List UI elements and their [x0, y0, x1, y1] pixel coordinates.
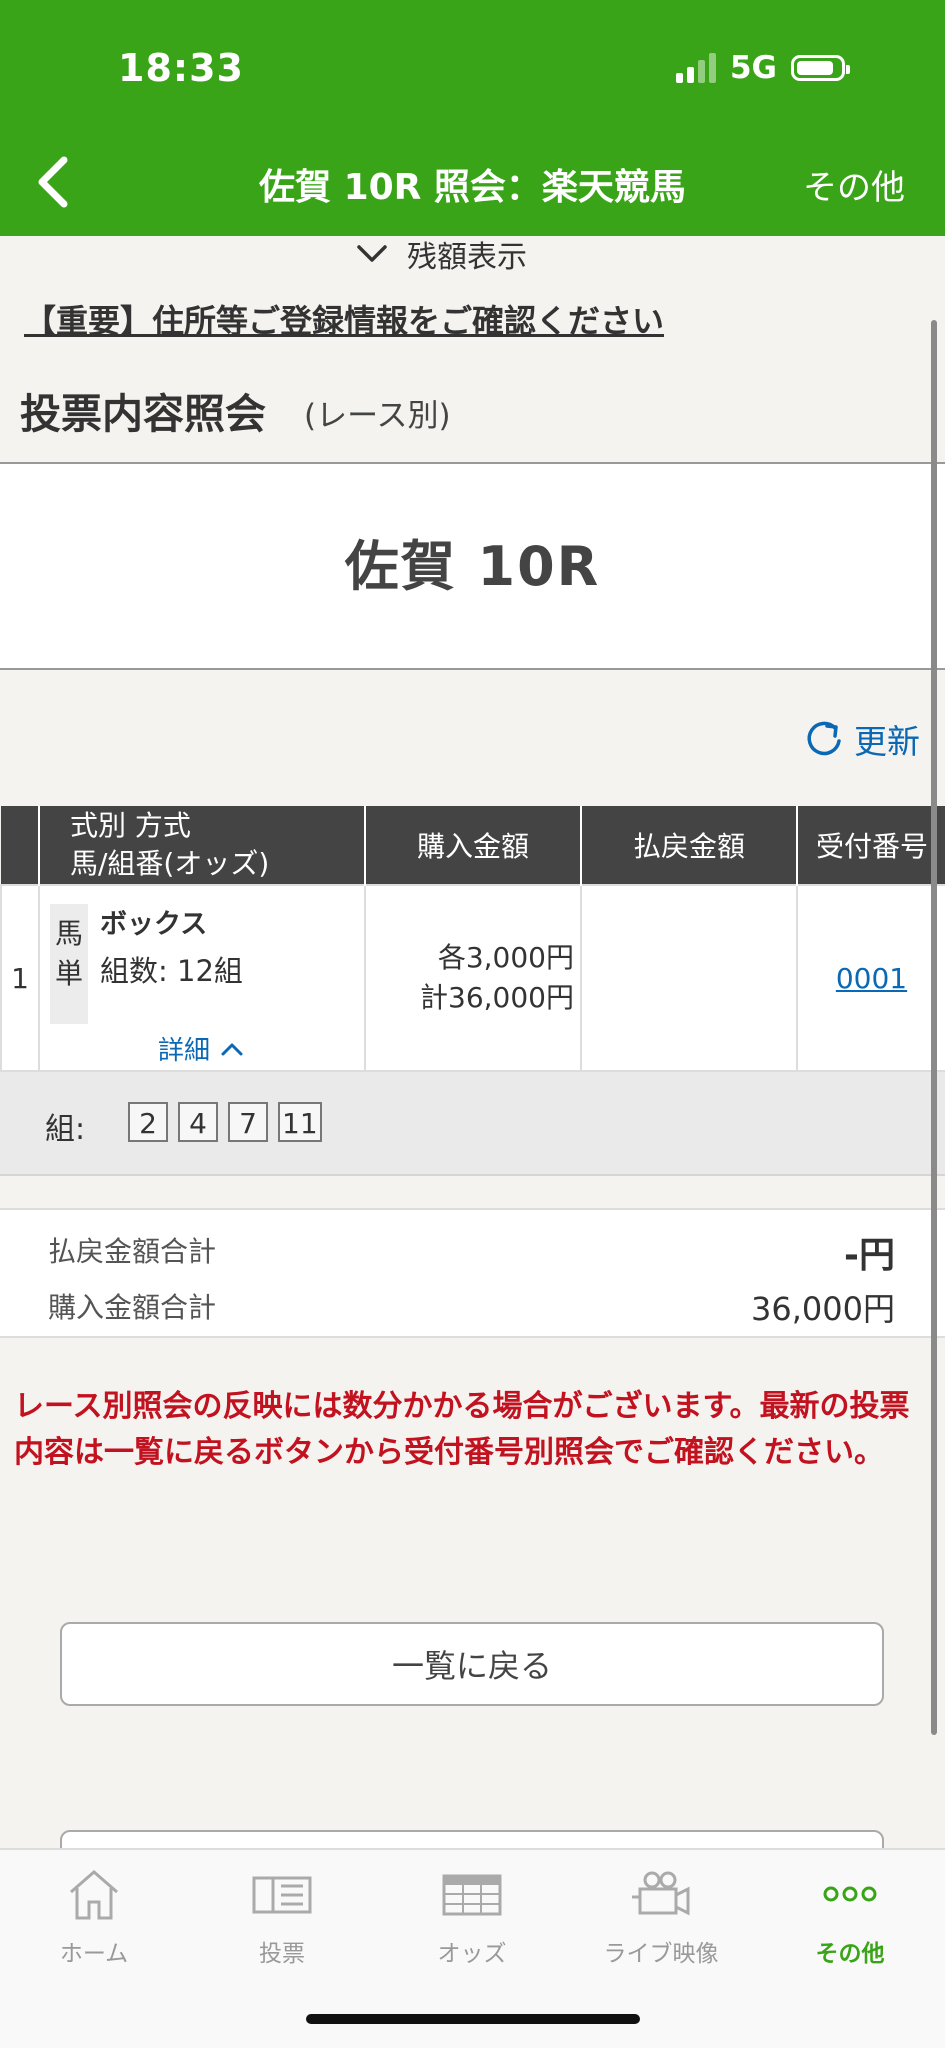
payout-total-label: 払戻金額合計 [48, 1235, 217, 1268]
race-name: 佐賀 10R [344, 535, 601, 598]
home-indicator[interactable] [306, 2014, 640, 2024]
important-notice-link[interactable]: 【重要】住所等ご登録情報をご確認ください [24, 296, 664, 342]
chevron-down-icon [357, 245, 387, 262]
tab-more[interactable]: その他 [770, 1864, 930, 1984]
section-title: 投票内容照会 [20, 390, 266, 438]
network-label: 5G [729, 50, 777, 86]
table-row: 1 馬 単 ボックス 組数: 12組 詳細 各3,000円 計36,000円 0… [0, 884, 945, 1072]
battery-icon [791, 55, 850, 81]
chevron-up-icon [221, 1043, 243, 1055]
tab-more-label: その他 [815, 1941, 885, 1967]
status-indicators: 5G [675, 50, 850, 86]
nav-more-button[interactable]: その他 [803, 160, 905, 209]
payout-cell [580, 884, 798, 1072]
bet-type-cell: 馬 単 ボックス 組数: 12組 詳細 [38, 884, 366, 1072]
refresh-icon [807, 721, 841, 756]
back-to-list-button[interactable]: 一覧に戻る [60, 1622, 884, 1706]
bet-kind-line1: 馬 [54, 917, 83, 950]
bet-kind-line2: 単 [54, 957, 83, 990]
tab-vote[interactable]: 投票 [202, 1864, 362, 1984]
amount-total: 計36,000円 [420, 981, 574, 1014]
detail-toggle[interactable]: 詳細 [158, 1030, 244, 1067]
header-type: 式別 方式 馬/組番(オッズ) [39, 806, 366, 885]
tab-live-video-label: ライブ映像 [603, 1941, 719, 1967]
payout-total-value: -円 [844, 1235, 895, 1276]
combination-numbers: 2 4 7 11 [128, 1102, 322, 1142]
ticket-icon [252, 1876, 312, 1914]
tab-live-video[interactable]: ライブ映像 [581, 1864, 741, 1984]
balance-toggle-label: 残額表示 [407, 240, 527, 275]
header-receipt: 受付番号 [797, 806, 945, 885]
bet-table: 式別 方式 馬/組番(オッズ) 購入金額 払戻金額 受付番号 1 馬 単 ボック… [0, 806, 945, 1072]
refresh-label: 更新 [854, 722, 920, 761]
header-index [1, 806, 40, 885]
tab-home[interactable]: ホーム [14, 1864, 174, 1984]
home-icon [70, 1870, 118, 1920]
horse-number: 4 [178, 1102, 218, 1142]
tab-vote-label: 投票 [259, 1941, 305, 1967]
signal-icon [675, 53, 716, 83]
balance-toggle[interactable]: 残額表示 [355, 232, 527, 276]
reflection-warning: レース別照会の反映には数分かかる場合がございます。最新の投票内容は一覧に戻るボタ… [14, 1389, 910, 1470]
race-header: 佐賀 10R [0, 462, 945, 670]
tab-odds-label: オッズ [437, 1941, 507, 1967]
refresh-button[interactable]: 更新 [804, 715, 920, 763]
row-index: 1 [0, 884, 40, 1072]
purchase-total-value: 36,000円 [751, 1290, 895, 1328]
table-header-row: 式別 方式 馬/組番(オッズ) 購入金額 払戻金額 受付番号 [1, 806, 945, 885]
horse-number: 2 [128, 1102, 168, 1142]
combination-label: 組: [45, 1112, 86, 1147]
section-subtitle: (レース別) [304, 398, 451, 434]
tab-home-label: ホーム [59, 1941, 129, 1967]
detail-label: 詳細 [158, 1036, 211, 1066]
bet-count: 組数: 12組 [100, 954, 243, 988]
video-camera-icon [632, 1871, 690, 1916]
header-purchase: 購入金額 [365, 806, 582, 885]
receipt-number-link[interactable]: 0001 [796, 884, 945, 1072]
purchase-total-label: 購入金額合計 [48, 1291, 217, 1324]
scrollbar[interactable] [931, 320, 937, 1735]
horse-number: 11 [278, 1102, 322, 1142]
status-time: 18:33 [118, 46, 244, 90]
header-type-line2: 馬/組番(オッズ) [70, 847, 270, 880]
combination-row: 組: 2 4 7 11 [0, 1072, 945, 1176]
header-type-line1: 式別 方式 [70, 809, 191, 842]
totals-box: 払戻金額合計 -円 購入金額合計 36,000円 [0, 1208, 945, 1338]
tab-odds[interactable]: オッズ [392, 1864, 552, 1984]
header-payout: 払戻金額 [581, 806, 798, 885]
odds-table-icon [442, 1874, 502, 1916]
bet-method: ボックス [100, 909, 208, 940]
horse-number: 7 [228, 1102, 268, 1142]
bet-kind-badge: 馬 単 [50, 904, 88, 1024]
purchase-amount-cell: 各3,000円 計36,000円 [364, 884, 582, 1072]
amount-each: 各3,000円 [437, 941, 574, 974]
more-dots-icon [823, 1886, 877, 1902]
app-header: 18:33 5G 佐賀 10R 照会：楽天競馬 その他 [0, 0, 945, 236]
